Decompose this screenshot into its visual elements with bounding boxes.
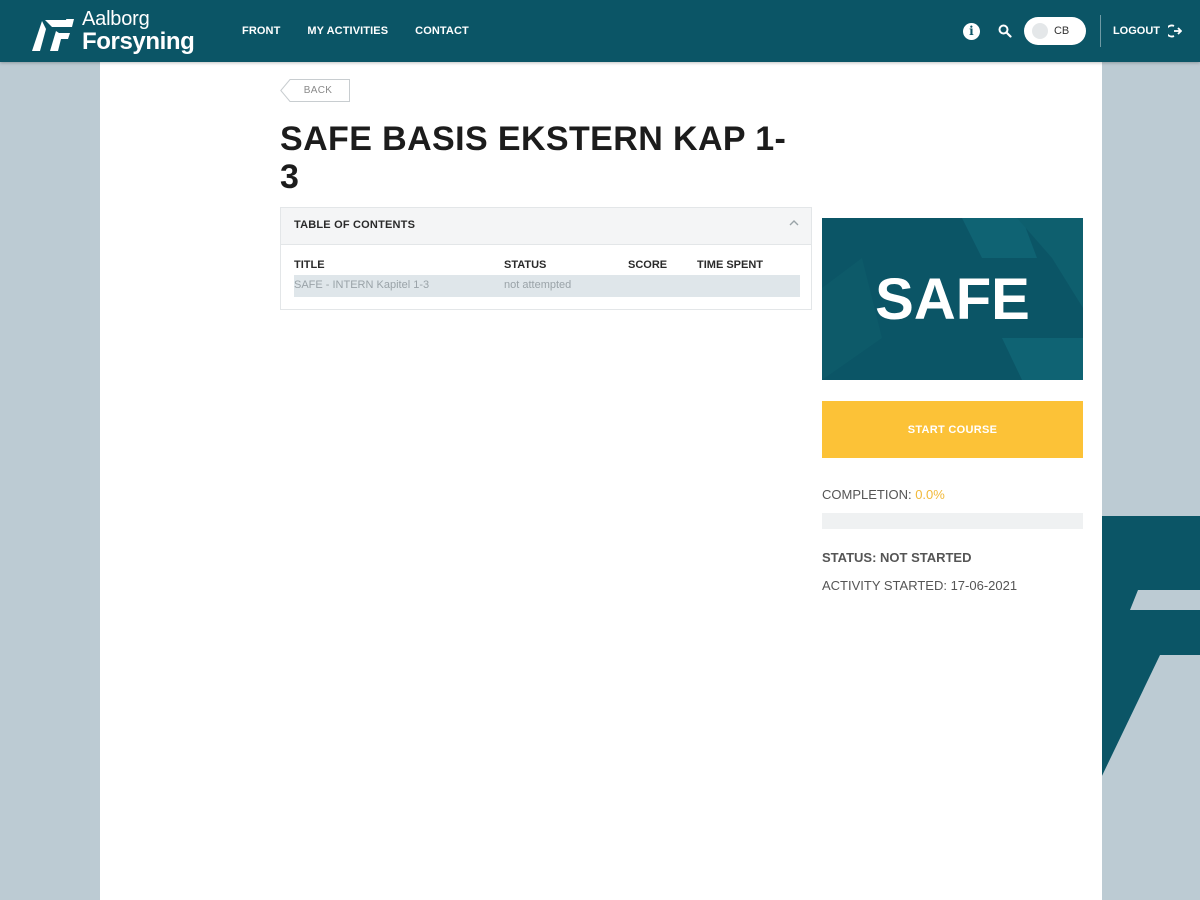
brand-name-line2: Forsyning [82,27,195,55]
back-button[interactable]: BACK [280,79,350,102]
completion-label: COMPLETION: 0.0% [822,487,945,502]
back-label: BACK [303,85,333,96]
logout-icon [1168,24,1182,38]
nav-my-activities-link[interactable]: MY ACTIVITIES [307,25,388,37]
nav-contact-link[interactable]: CONTACT [415,25,469,37]
column-title: TITLE [294,259,325,271]
activity-started-text: ACTIVITY STARTED: 17-06-2021 [822,578,1018,593]
toc-header-label: TABLE OF CONTENTS [294,219,416,231]
logout-button[interactable]: LOGOUT [1113,24,1182,38]
brand-name-line1: Aalborg [82,7,150,30]
column-time-spent: TIME SPENT [697,259,764,271]
toc-header[interactable]: TABLE OF CONTENTS [281,208,811,245]
row-status: not attempted [504,279,572,291]
logout-label: LOGOUT [1112,25,1160,37]
main-content-panel: BACK SAFE BASIS EKSTERN KAP 1-3 TABLE OF… [100,62,1102,900]
banner-text: SAFE [875,267,1030,332]
top-navigation-bar: Aalborg Forsyning FRONT MY ACTIVITIES CO… [0,0,1200,62]
start-course-button[interactable]: START COURSE [822,401,1083,458]
header-tools: i CB LOGOUT [962,0,1182,62]
brand-wordmark: Aalborg Forsyning [82,7,195,55]
completion-text: COMPLETION: [822,487,912,502]
info-icon[interactable]: i [962,22,980,40]
brand-logo[interactable]: Aalborg Forsyning [32,7,195,55]
row-title: SAFE - INTERN Kapitel 1-3 [294,279,430,291]
page-title: SAFE BASIS EKSTERN KAP 1-3 [280,120,787,196]
chevron-up-icon [789,220,799,226]
column-score: SCORE [628,259,668,271]
user-initials: CB [1053,25,1070,37]
status-text: STATUS: NOT STARTED [822,550,972,565]
avatar [1031,23,1048,39]
main-nav: FRONT MY ACTIVITIES CONTACT [242,0,496,62]
completion-percent: 0.0% [915,487,945,502]
completion-progress-bar [822,513,1083,529]
user-menu-button[interactable]: CB [1023,17,1086,45]
table-of-contents: TABLE OF CONTENTS TITLE STATUS SCORE TIM… [280,207,812,310]
column-status: STATUS [504,259,547,271]
logo-mark-icon [32,13,74,51]
search-icon[interactable] [998,24,1012,38]
nav-front-link[interactable]: FRONT [242,25,280,37]
header-divider [1099,15,1101,47]
toc-column-headers: TITLE STATUS SCORE TIME SPENT [294,259,800,273]
course-banner-image: SAFE [822,218,1083,380]
table-row[interactable]: SAFE - INTERN Kapitel 1-3 not attempted [294,275,800,297]
